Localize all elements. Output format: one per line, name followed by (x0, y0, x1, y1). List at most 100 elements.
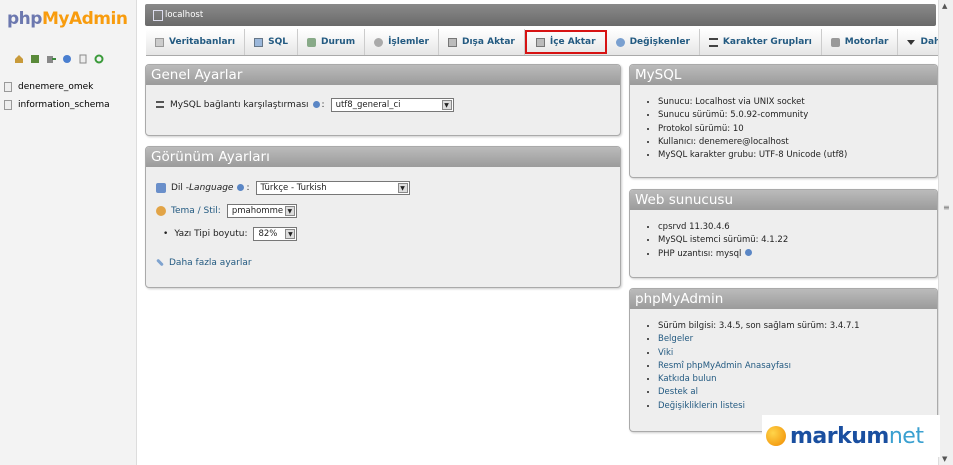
sql-icon (254, 37, 264, 47)
palette-icon (156, 205, 166, 216)
tab-processes[interactable]: İşlemler (365, 29, 439, 55)
main-content: localhost Veritabanları SQL Durum İşleml… (137, 0, 953, 465)
language-icon (156, 182, 166, 193)
contribute-link[interactable]: Katkıda bulun (658, 374, 716, 384)
more-settings-link[interactable]: Daha fazla ayarlar (169, 258, 252, 268)
tab-label: İşlemler (388, 37, 429, 47)
theme-select[interactable]: pmahomme ▼ (226, 203, 297, 218)
exit-icon[interactable] (46, 54, 56, 64)
language-label: Dil - (171, 182, 190, 193)
query-icon[interactable] (30, 54, 40, 64)
tab-charsets[interactable]: Karakter Grupları (700, 29, 822, 55)
appearance-settings-panel: Görünüm Ayarları Dil - Language : Türkçe… (145, 146, 621, 288)
mysql-info-title: MySQL (630, 65, 937, 85)
language-value: Türkçe - Turkish (260, 182, 327, 193)
logo-php-text: php (7, 9, 42, 29)
general-settings-panel: Genel Ayarlar MySQL bağlantı karşılaştır… (145, 64, 621, 136)
collation-value: utf8_general_ci (335, 99, 401, 110)
tab-label: Veritabanları (169, 37, 236, 47)
charset-icon (708, 37, 718, 47)
vertical-scrollbar[interactable]: ▲ ≡ ▼ (938, 0, 953, 465)
theme-value: pmahomme (231, 205, 284, 216)
server-icon (153, 10, 163, 21)
phpmyadmin-logo[interactable]: phpMyAdmin (7, 9, 128, 29)
tab-export[interactable]: Dışa Aktar (439, 29, 525, 55)
server-breadcrumb: localhost (145, 4, 936, 26)
engines-icon (830, 37, 840, 47)
tab-status[interactable]: Durum (298, 29, 366, 55)
status-icon (306, 37, 316, 47)
list-item: Destek al (658, 386, 937, 399)
font-size-value: 82% (258, 228, 278, 239)
collation-select[interactable]: utf8_general_ci ▼ (330, 97, 454, 112)
scroll-thumb-grip-icon[interactable]: ≡ (943, 203, 950, 212)
list-item: Sunucu sürümü: 5.0.92-community (658, 109, 937, 122)
web-server-title: Web sunucusu (630, 190, 937, 210)
reload-icon[interactable] (94, 54, 104, 64)
help-icon[interactable] (237, 184, 245, 191)
help-icon[interactable] (312, 101, 320, 108)
logo-myadmin-text: MyAdmin (41, 9, 128, 29)
home-icon[interactable] (14, 54, 24, 64)
wiki-link[interactable]: Viki (658, 348, 673, 358)
database-name[interactable]: denemere_omek (18, 80, 93, 94)
scroll-up-icon[interactable]: ▲ (942, 2, 947, 10)
docs-link[interactable]: Belgeler (658, 334, 693, 344)
font-size-label: Yazı Tipi boyutu: (174, 228, 248, 239)
database-list: denemere_omek information_schema (0, 78, 110, 114)
help-icon[interactable] (745, 248, 753, 256)
font-size-select[interactable]: 82% ▼ (253, 226, 298, 241)
server-link[interactable]: localhost (165, 10, 203, 20)
homepage-link[interactable]: Resmî phpMyAdmin Anasayfası (658, 361, 791, 371)
help-icon[interactable] (62, 54, 72, 64)
general-settings-title: Genel Ayarlar (146, 65, 620, 85)
chevron-down-icon: ▼ (285, 228, 296, 239)
tab-label: SQL (268, 37, 288, 47)
mysql-info-panel: MySQL Sunucu: Localhost via UNIX socket … (629, 64, 938, 178)
database-icon (4, 82, 12, 92)
import-icon (535, 37, 545, 47)
docs-icon[interactable] (78, 54, 88, 64)
list-item: Belgeler (658, 333, 937, 346)
database-name[interactable]: information_schema (18, 98, 110, 112)
theme-link[interactable]: Tema / Stil: (171, 206, 221, 216)
web-server-panel: Web sunucusu cpsrvd 11.30.4.6 MySQL iste… (629, 189, 938, 278)
appearance-settings-title: Görünüm Ayarları (146, 147, 620, 167)
tab-label: İçe Aktar (549, 37, 596, 47)
scroll-down-icon[interactable]: ▼ (942, 455, 947, 463)
list-item: MySQL istemci sürümü: 4.1.22 (658, 234, 937, 247)
tab-engines[interactable]: Motorlar (822, 29, 899, 55)
tab-variables[interactable]: Değişkenler (607, 29, 700, 55)
export-icon (447, 37, 457, 47)
bullet: • (163, 228, 169, 239)
support-link[interactable]: Destek al (658, 387, 698, 397)
list-item: cpsrvd 11.30.4.6 (658, 221, 937, 234)
list-item: Protokol sürümü: 10 (658, 123, 937, 136)
language-select[interactable]: Türkçe - Turkish ▼ (255, 180, 410, 195)
database-item[interactable]: information_schema (0, 96, 110, 114)
colon: : (246, 182, 250, 193)
database-icon (155, 37, 164, 47)
list-icon (156, 101, 164, 108)
list-item: Viki (658, 347, 937, 360)
list-item: Sunucu: Localhost via UNIX socket (658, 96, 937, 109)
collation-label: MySQL bağlantı karşılaştırması (170, 99, 309, 110)
tab-label: Dışa Aktar (461, 37, 515, 47)
variables-icon (615, 37, 625, 47)
changelog-link[interactable]: Değişikliklerin listesi (658, 401, 745, 411)
list-item: Resmî phpMyAdmin Anasayfası (658, 360, 937, 373)
list-item: Katkıda bulun (658, 373, 937, 386)
database-icon (4, 100, 12, 110)
database-item[interactable]: denemere_omek (0, 78, 110, 96)
chevron-down-icon: ▼ (284, 205, 295, 216)
list-item: MySQL karakter grubu: UTF-8 Unicode (utf… (658, 149, 937, 162)
phpmyadmin-info-title: phpMyAdmin (630, 289, 937, 309)
markumnet-watermark: markum net (762, 415, 940, 457)
tab-sql[interactable]: SQL (245, 29, 298, 55)
nav-icon-bar (14, 54, 104, 64)
tab-import[interactable]: İçe Aktar (524, 30, 607, 54)
tab-databases[interactable]: Veritabanları (146, 29, 246, 55)
tab-label: Durum (320, 37, 356, 47)
chevron-down-icon (907, 39, 916, 45)
watermark-brand: markum (790, 423, 889, 449)
